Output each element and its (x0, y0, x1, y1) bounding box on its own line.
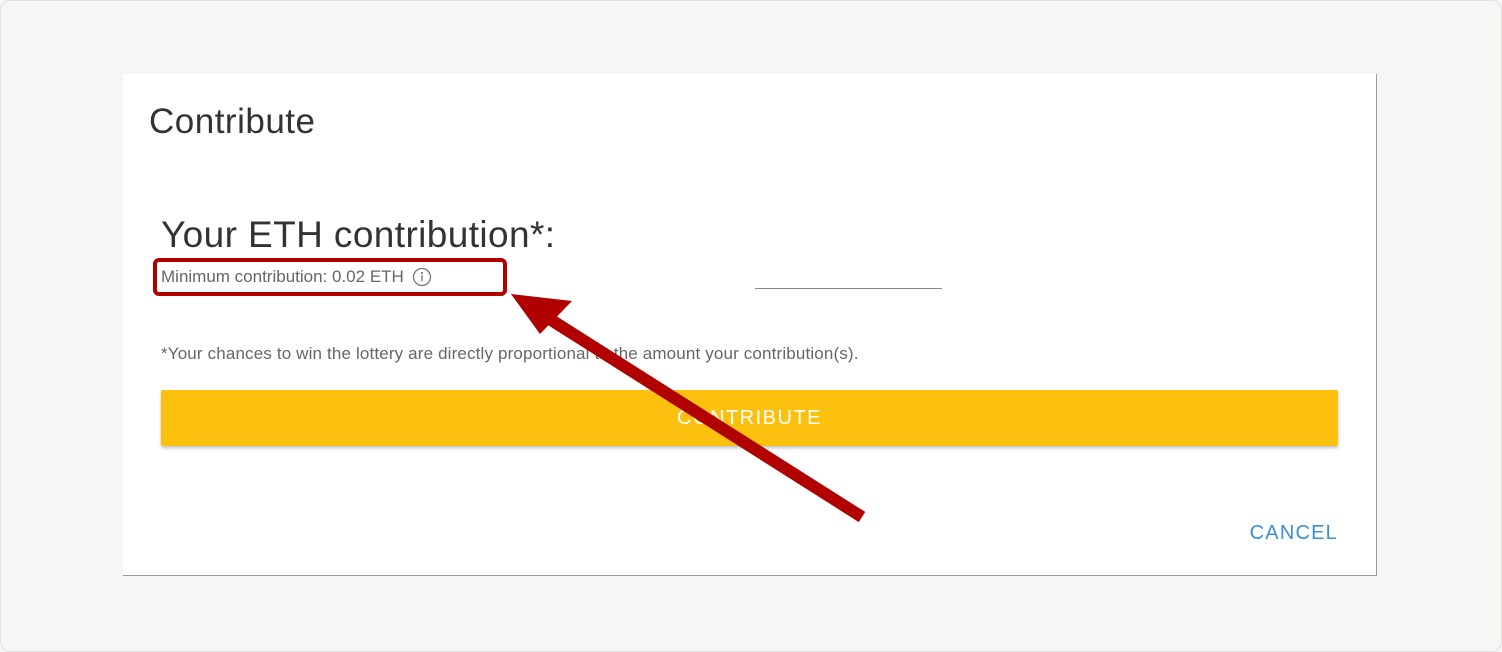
dialog-title: Contribute (149, 102, 316, 141)
eth-contribution-label: Your ETH contribution*: (161, 214, 556, 255)
cancel-button[interactable]: CANCEL (1250, 518, 1338, 549)
contribute-dialog: Contribute Your ETH contribution*: Minim… (123, 74, 1377, 576)
contribute-button[interactable]: CONTRIBUTE (161, 390, 1338, 446)
lottery-note: *Your chances to win the lottery are dir… (161, 344, 859, 363)
annotation-highlight-box (153, 258, 507, 296)
eth-amount-input[interactable] (755, 262, 942, 289)
